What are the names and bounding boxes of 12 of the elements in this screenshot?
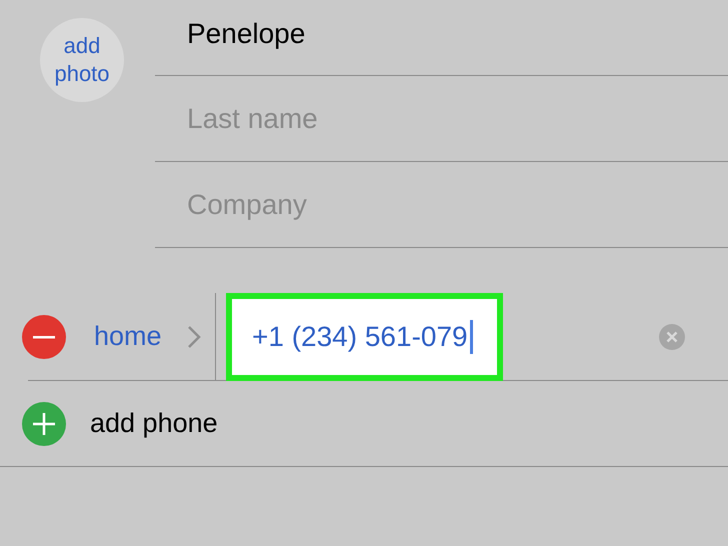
text-cursor-icon [470, 320, 473, 354]
add-phone-link[interactable]: add phone [90, 403, 218, 444]
phone-number-field[interactable]: +1 (234) 561-079 [226, 292, 503, 380]
first-name-field[interactable]: Penelope [187, 12, 587, 54]
company-field[interactable]: Company [187, 184, 587, 226]
remove-button[interactable] [22, 314, 66, 358]
add-button[interactable] [22, 402, 66, 446]
clear-icon[interactable] [659, 324, 685, 350]
last-name-field[interactable]: Last name [187, 98, 587, 140]
chevron-icon [186, 324, 202, 350]
phone-label-link[interactable]: home [94, 316, 186, 357]
add-photo-button[interactable]: add photo [40, 18, 124, 102]
